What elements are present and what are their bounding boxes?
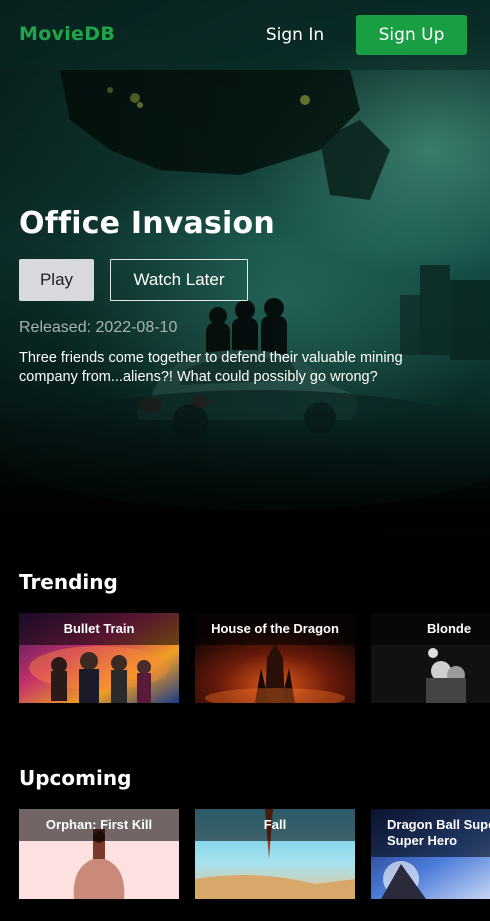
logo[interactable]: MovieDB — [19, 23, 115, 45]
release-date: Released: 2022-08-10 — [19, 319, 178, 336]
play-button[interactable]: Play — [19, 259, 94, 301]
hero-title: Office Invasion — [19, 206, 275, 241]
card-title: Blonde — [371, 613, 490, 645]
card-title: House of the Dragon — [195, 613, 355, 645]
hero-description: Three friends come together to defend th… — [19, 350, 403, 385]
top-nav: MovieDB Sign In Sign Up — [0, 0, 490, 70]
watch-later-button[interactable]: Watch Later — [110, 259, 248, 301]
upcoming-card[interactable]: Dragon Ball Super: Super Hero — [371, 809, 490, 899]
hero-fade-overlay — [0, 409, 490, 549]
trending-card[interactable]: Blonde — [371, 613, 490, 703]
upcoming-heading: Upcoming — [19, 766, 132, 790]
sign-up-button[interactable]: Sign Up — [356, 15, 467, 55]
upcoming-row[interactable]: Orphan: First Kill Fall Dragon Ball Sup … — [19, 809, 490, 899]
trending-card[interactable]: House of the Dragon — [195, 613, 355, 703]
upcoming-card[interactable]: Fall — [195, 809, 355, 899]
trending-card[interactable]: Bullet Train — [19, 613, 179, 703]
upcoming-card[interactable]: Orphan: First Kill — [19, 809, 179, 899]
trending-heading: Trending — [19, 570, 118, 594]
card-title: Bullet Train — [19, 613, 179, 645]
card-title: Fall — [195, 809, 355, 841]
sign-in-button[interactable]: Sign In — [258, 20, 332, 50]
trending-row[interactable]: Bullet Train House of the Dragon Blonde — [19, 613, 490, 703]
card-title: Orphan: First Kill — [19, 809, 179, 841]
card-title: Dragon Ball Super: Super Hero — [371, 809, 490, 857]
